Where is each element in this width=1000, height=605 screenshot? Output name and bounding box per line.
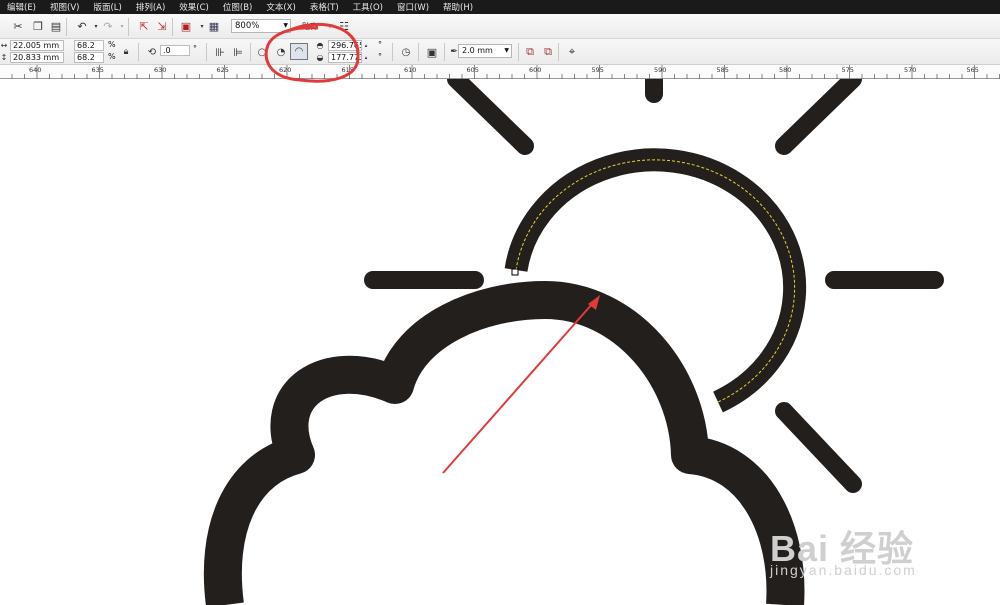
separator (250, 43, 251, 61)
width-icon: ↔ (0, 40, 8, 50)
convert-to-curves-icon[interactable]: ⌖ (564, 44, 580, 60)
lock-ratio-icon[interactable]: 🔒︎ (118, 44, 134, 60)
zoom-level-value: 800% (235, 21, 260, 31)
import-icon[interactable]: ⇱ (136, 18, 152, 34)
publish-pdf-icon[interactable]: ▣ (178, 18, 194, 34)
rotation-field[interactable]: .0 (160, 45, 190, 56)
menu-item[interactable]: 排列(A) (129, 1, 172, 13)
sun-ray-upper-left[interactable] (447, 79, 534, 155)
export-icon[interactable]: ⇲ (154, 18, 170, 34)
menu-item[interactable]: 位图(B) (216, 1, 259, 13)
welcome-screen-icon[interactable]: ▦ (206, 18, 222, 34)
ruler-label: 620 (279, 66, 292, 74)
end-angle-icon: ◒ (316, 52, 324, 62)
menu-item[interactable]: 帮助(H) (436, 1, 480, 13)
menu-item[interactable]: 版面(L) (86, 1, 128, 13)
ruler-label: 635 (91, 66, 104, 74)
ruler-label: 615 (341, 66, 354, 74)
percent-label-y: % (108, 52, 116, 61)
height-icon: ↕ (0, 52, 8, 62)
ruler-label: 630 (154, 66, 167, 74)
mirror-horizontal-icon[interactable]: ⊪ (212, 44, 228, 60)
separator (558, 43, 559, 61)
scale-y-field[interactable]: 68.2 (74, 52, 104, 63)
outline-width-value: 2.0 mm (462, 46, 493, 55)
ruler-label: 575 (841, 66, 854, 74)
separator (444, 43, 445, 61)
chevron-down-icon: ▼ (283, 22, 288, 29)
sun-ray-lower-right[interactable] (775, 402, 862, 493)
menu-item[interactable]: 文本(X) (259, 1, 302, 13)
to-back-icon[interactable]: ⧉ (522, 44, 538, 60)
ruler-label: 595 (591, 66, 604, 74)
ruler-label: 570 (904, 66, 917, 74)
ruler-label: 580 (779, 66, 792, 74)
property-bar: ↔ ↕ 22.005 mm 20.833 mm 68.2 68.2 % % 🔒︎… (0, 39, 1000, 65)
height-field[interactable]: 20.833 mm (10, 52, 64, 63)
cut-icon[interactable]: ✂ (10, 18, 26, 34)
ruler-label: 605 (466, 66, 479, 74)
drawing-canvas[interactable]: Bai 经验 jingyan.baidu.com (0, 79, 1000, 605)
ruler-label: 640 (29, 66, 42, 74)
ellipse-icon[interactable]: ○ (254, 44, 270, 60)
degree-label: ° (193, 44, 197, 53)
arc-icon[interactable]: ◠ (290, 43, 308, 60)
end-angle-spinner[interactable]: ▴ (362, 52, 370, 63)
separator (206, 43, 207, 61)
zoom-level-select[interactable]: 800% ▼ (231, 19, 291, 33)
wrap-text-icon[interactable]: ▣ (424, 44, 440, 60)
separator (172, 18, 173, 36)
sun-ray-upper-right[interactable] (775, 79, 862, 155)
separator (518, 43, 519, 61)
ruler-label: 565 (966, 66, 979, 74)
menu-item[interactable]: 表格(T) (303, 1, 346, 13)
arc-start-node[interactable] (511, 268, 519, 276)
paste-icon[interactable]: ▤ (48, 18, 64, 34)
start-angle-field[interactable]: 296.765 (328, 40, 362, 51)
to-front-icon[interactable]: ⧉ (540, 44, 556, 60)
separator (128, 18, 129, 36)
ruler-label: 590 (654, 66, 667, 74)
menu-item[interactable]: 编辑(E) (0, 1, 43, 13)
options-icon[interactable]: ☷ (336, 18, 352, 34)
separator (392, 43, 393, 61)
ruler-label: 585 (716, 66, 729, 74)
menu-item[interactable]: 窗口(W) (390, 1, 436, 13)
horizontal-ruler[interactable]: 640 635 630 625 620 615 610 605 600 595 590 585 580 5… (0, 65, 1000, 79)
menu-item[interactable]: 效果(C) (172, 1, 216, 13)
rotation-icon: ⟲ (147, 46, 157, 58)
menu-bar: 编辑(E) 视图(V) 版面(L) 排列(A) 效果(C) 位图(B) 文本(X) 表格(T)… (0, 0, 1000, 14)
snap-to-button[interactable]: 贴齐 (302, 22, 318, 32)
degree-label-end: ° (378, 52, 382, 61)
mirror-vertical-icon[interactable]: ⊫ (230, 44, 246, 60)
menu-item[interactable]: 视图(V) (43, 1, 86, 13)
ruler-label: 610 (404, 66, 417, 74)
copy-icon[interactable]: ❐ (30, 18, 46, 34)
baidu-watermark: Bai 经验 jingyan.baidu.com (770, 520, 915, 578)
separator (418, 43, 419, 61)
chevron-down-icon: ▼ (504, 47, 509, 54)
end-angle-field[interactable]: 177.773 (328, 52, 362, 63)
percent-label-x: % (108, 40, 116, 49)
direction-icon[interactable]: ◷ (398, 44, 414, 60)
ruler-label: 625 (216, 66, 229, 74)
watermark-url: jingyan.baidu.com (770, 562, 917, 578)
standard-toolbar: ✂ ❐ ▤ ↶ ▾ ↷ ▾ ⇱ ⇲ ▣ ▾ ▦ 800% ▼ 贴齐 ▾ ☷ (0, 14, 1000, 39)
ruler-label: 600 (529, 66, 542, 74)
width-field[interactable]: 22.005 mm (10, 40, 64, 51)
cloud-outline[interactable] (203, 281, 805, 605)
start-angle-icon: ◓ (316, 40, 324, 50)
scale-x-field[interactable]: 68.2 (74, 40, 104, 51)
menu-item[interactable]: 工具(O) (346, 1, 390, 13)
degree-label-start: ° (378, 40, 382, 49)
outline-width-select[interactable]: 2.0 mm ▼ (458, 44, 512, 58)
pie-icon[interactable]: ◔ (273, 44, 289, 60)
separator (138, 43, 139, 61)
start-angle-spinner[interactable]: ▴ (362, 40, 370, 51)
separator (66, 18, 67, 36)
